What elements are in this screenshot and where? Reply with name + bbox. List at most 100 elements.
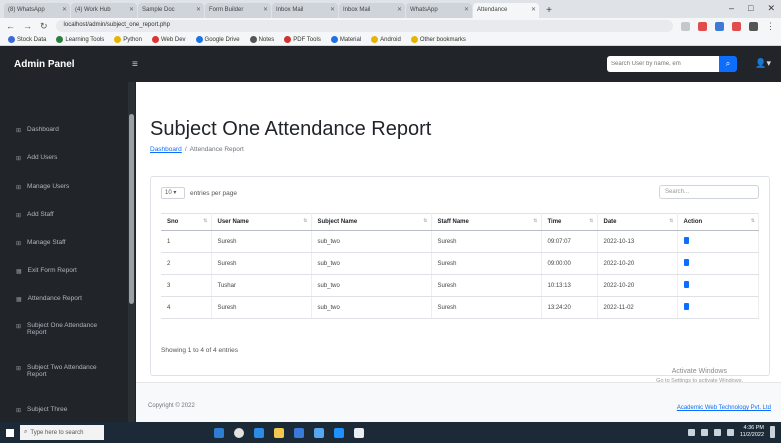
browser-tab[interactable]: Sample Doc ✕ bbox=[138, 3, 204, 18]
back-icon[interactable]: ← bbox=[6, 21, 15, 31]
menu-item-icon: ⊞ bbox=[16, 213, 22, 219]
close-icon[interactable]: ✕ bbox=[397, 6, 402, 13]
bookmark[interactable]: Python bbox=[114, 36, 142, 43]
close-icon[interactable]: ✕ bbox=[531, 6, 536, 13]
bookmark[interactable]: Google Drive bbox=[195, 36, 240, 43]
entries-length-control: 10 ▾ entries per page bbox=[161, 187, 237, 199]
bookmark[interactable]: PDF Tools bbox=[284, 36, 321, 43]
column-header-user-name[interactable]: User Name ⇅ bbox=[211, 213, 312, 231]
table-search-input[interactable]: Search... bbox=[659, 185, 759, 199]
column-header-date[interactable]: Date ⇅ bbox=[597, 213, 678, 231]
browser-tab[interactable]: Inbox Mail ✕ bbox=[339, 3, 405, 18]
user-menu[interactable]: 👤▾ bbox=[755, 58, 771, 69]
delete-icon[interactable] bbox=[683, 259, 689, 266]
sidebar-item-subject-one-report[interactable]: ⊞ Subject One Attendance Report bbox=[0, 322, 108, 336]
terminal-icon[interactable] bbox=[354, 427, 364, 438]
close-window-icon[interactable]: ✕ bbox=[767, 3, 775, 14]
cell-time: 13:24:20 bbox=[541, 296, 598, 319]
start-button[interactable] bbox=[0, 422, 20, 443]
taskbar-search[interactable]: ⌕ Type here to search bbox=[20, 425, 104, 440]
minimize-icon[interactable]: – bbox=[729, 3, 734, 14]
entries-per-page-select[interactable]: 10 ▾ bbox=[161, 187, 185, 199]
sidebar-item-manage-staff[interactable]: ⊞ Manage Staff bbox=[0, 239, 66, 247]
chrome-icon[interactable] bbox=[234, 427, 244, 438]
close-icon[interactable]: ✕ bbox=[196, 6, 201, 13]
sidebar-item-exit-form-report[interactable]: ▦ Exit Form Report bbox=[0, 267, 77, 275]
extension-icon[interactable] bbox=[681, 21, 690, 31]
delete-icon[interactable] bbox=[683, 281, 689, 288]
close-icon[interactable]: ✕ bbox=[330, 6, 335, 13]
bookmark[interactable]: Other bookmarks bbox=[410, 36, 466, 43]
delete-icon[interactable] bbox=[683, 237, 689, 244]
bars-icon[interactable]: ≡ bbox=[132, 59, 138, 70]
sidebar-item-add-staff[interactable]: ⊞ Add Staff bbox=[0, 211, 54, 219]
sidebar-item-dashboard[interactable]: ⊞ Dashboard bbox=[0, 126, 59, 134]
maximize-icon[interactable]: □ bbox=[748, 3, 753, 14]
breadcrumb-link-dashboard[interactable]: Dashboard bbox=[150, 146, 182, 153]
store-icon[interactable] bbox=[314, 427, 324, 438]
menu-item-icon: ⊞ bbox=[16, 366, 22, 372]
edge-icon[interactable] bbox=[254, 427, 264, 438]
sidebar-item-subject-three-report[interactable]: ⊞ Subject Three bbox=[0, 406, 108, 414]
mail-icon[interactable] bbox=[334, 427, 344, 438]
vscode-icon[interactable] bbox=[294, 427, 304, 438]
volume-icon[interactable] bbox=[726, 428, 734, 436]
notifications-icon[interactable] bbox=[770, 426, 775, 438]
sidebar-item-label: Subject Two Attendance Report bbox=[27, 364, 97, 378]
close-icon[interactable]: ✕ bbox=[62, 6, 67, 13]
page-title: Subject One Attendance Report bbox=[150, 118, 432, 140]
bookmark[interactable]: Material bbox=[330, 36, 361, 43]
column-header-action[interactable]: Action ⇅ bbox=[677, 213, 759, 231]
clock-time: 4:36 PM bbox=[743, 425, 764, 431]
sidebar-scrollbar-thumb[interactable] bbox=[129, 114, 134, 304]
forward-icon[interactable]: → bbox=[23, 21, 32, 31]
browser-tab[interactable]: Inbox Mail ✕ bbox=[272, 3, 338, 18]
column-header-subject-name[interactable]: Subject Name ⇅ bbox=[311, 213, 432, 231]
sidebar-item-label: Subject Three bbox=[27, 406, 68, 413]
user-icon: 👤▾ bbox=[755, 58, 771, 68]
close-icon[interactable]: ✕ bbox=[129, 6, 134, 13]
close-icon[interactable]: ✕ bbox=[263, 6, 268, 13]
task-view-icon[interactable] bbox=[214, 427, 224, 438]
menu-icon[interactable]: ⋮ bbox=[766, 21, 775, 32]
bookmark[interactable]: Learning Tools bbox=[56, 36, 104, 43]
column-header-sno[interactable]: Sno ⇅ bbox=[161, 213, 212, 231]
column-header-time[interactable]: Time ⇅ bbox=[541, 213, 598, 231]
footer-link[interactable]: Academic Web Technology Pvt. Ltd bbox=[677, 405, 771, 411]
delete-icon[interactable] bbox=[683, 303, 689, 310]
sidebar-item-add-users[interactable]: ⊞ Add Users bbox=[0, 154, 57, 162]
search-button[interactable]: ⌕ bbox=[719, 56, 737, 72]
sidebar-item-manage-users[interactable]: ⊞ Manage Users bbox=[0, 183, 69, 191]
brand-title[interactable]: Admin Panel bbox=[0, 59, 132, 70]
browser-tab[interactable]: (8) WhatsApp ✕ bbox=[4, 3, 70, 18]
bookmark[interactable]: Notes bbox=[249, 36, 274, 43]
close-icon[interactable]: ✕ bbox=[464, 6, 469, 13]
search-input[interactable] bbox=[607, 56, 719, 72]
profile-icon[interactable] bbox=[749, 21, 758, 31]
extension-icon[interactable] bbox=[732, 21, 741, 31]
file-explorer-icon[interactable] bbox=[274, 427, 284, 438]
bookmark[interactable]: Web Dev bbox=[151, 36, 186, 43]
tab-label: Attendance bbox=[477, 7, 508, 13]
cell-user-name: Suresh bbox=[211, 252, 312, 275]
browser-tab-active[interactable]: Attendance ✕ bbox=[473, 3, 539, 18]
reload-icon[interactable]: ↻ bbox=[40, 21, 48, 32]
sidebar-item-attendance-report[interactable]: ▦ Attendance Report bbox=[0, 295, 82, 303]
bookmark[interactable]: Android bbox=[371, 36, 401, 43]
extension-icon[interactable] bbox=[715, 21, 724, 31]
extension-icon[interactable] bbox=[698, 21, 707, 31]
browser-tab[interactable]: (4) Work Hub ✕ bbox=[71, 3, 137, 18]
bookmark[interactable]: Stock Data bbox=[8, 36, 46, 43]
browser-tab[interactable]: WhatsApp ✕ bbox=[406, 3, 472, 18]
column-header-staff-name[interactable]: Staff Name ⇅ bbox=[431, 213, 542, 231]
clock[interactable]: 4:36 PM 11/2/2022 bbox=[740, 425, 764, 439]
new-tab-button[interactable]: + bbox=[542, 4, 556, 18]
sidebar-item-subject-two-report[interactable]: ⊞ Subject Two Attendance Report bbox=[0, 364, 108, 378]
tray-icon[interactable] bbox=[687, 428, 695, 436]
clock-date: 11/2/2022 bbox=[739, 432, 764, 438]
attendance-table: Sno ⇅ User Name ⇅ Subject Name ⇅ Staff Name… bbox=[161, 213, 759, 319]
network-icon[interactable] bbox=[713, 428, 721, 436]
browser-tab[interactable]: Form Builder ✕ bbox=[205, 3, 271, 18]
url-bar[interactable]: localhost/admin/subject_one_report.php bbox=[55, 20, 673, 32]
tray-icon[interactable] bbox=[700, 428, 708, 436]
